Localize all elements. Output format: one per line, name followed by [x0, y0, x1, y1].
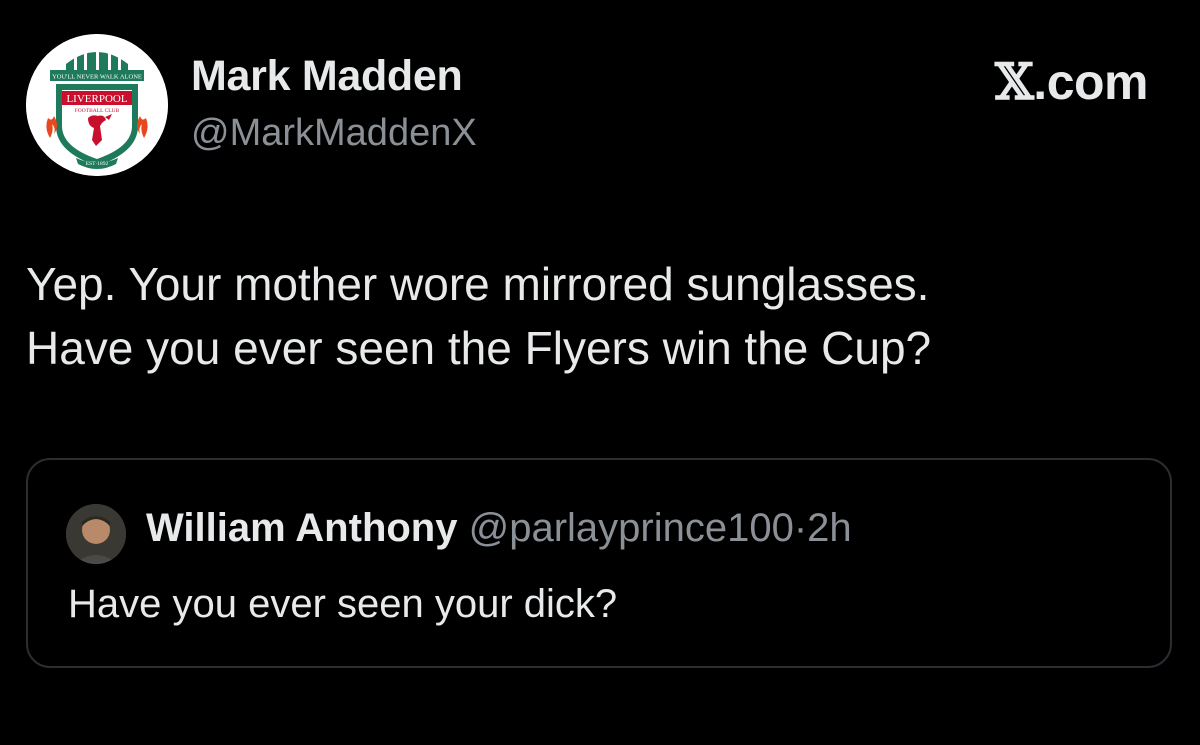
x-com-watermark: 𝕏.com — [995, 52, 1148, 111]
crest-banner-text: YOU'LL NEVER WALK ALONE — [52, 74, 142, 81]
crest-club-name: LIVERPOOL — [66, 93, 127, 105]
quoted-author-name[interactable]: William Anthony — [146, 506, 457, 550]
author-display-name[interactable]: Mark Madden — [191, 52, 463, 101]
tweet-text-line: Yep. Your mother wore mirrored sunglasse… — [26, 258, 930, 310]
quoted-tweet-card[interactable]: William Anthony @parlayprince100·2h Have… — [26, 458, 1172, 668]
brand-domain: .com — [1033, 54, 1148, 110]
author-avatar[interactable]: YOU'LL NEVER WALK ALONE LIVERPOOL FOOTBA… — [26, 34, 168, 176]
quoted-author-handle[interactable]: @parlayprince100 — [469, 506, 794, 550]
author-handle[interactable]: @MarkMaddenX — [191, 112, 477, 155]
quoted-header: William Anthony @parlayprince100·2h — [146, 506, 852, 551]
tweet-text: Yep. Your mother wore mirrored sunglasse… — [26, 252, 1166, 380]
liverpool-fc-crest-icon: YOU'LL NEVER WALK ALONE LIVERPOOL FOOTBA… — [26, 34, 168, 176]
user-photo-icon — [66, 504, 126, 564]
crest-subtitle: FOOTBALL CLUB — [75, 108, 120, 114]
quoted-tweet-text: Have you ever seen your dick? — [68, 582, 618, 626]
tweet-text-line: Have you ever seen the Flyers win the Cu… — [26, 322, 932, 374]
quoted-timestamp[interactable]: 2h — [807, 506, 852, 550]
crest-est: EST·1892 — [86, 161, 109, 167]
x-logo-icon: 𝕏 — [995, 52, 1034, 111]
quoted-author-avatar[interactable] — [66, 504, 126, 564]
separator-dot: · — [793, 506, 808, 550]
